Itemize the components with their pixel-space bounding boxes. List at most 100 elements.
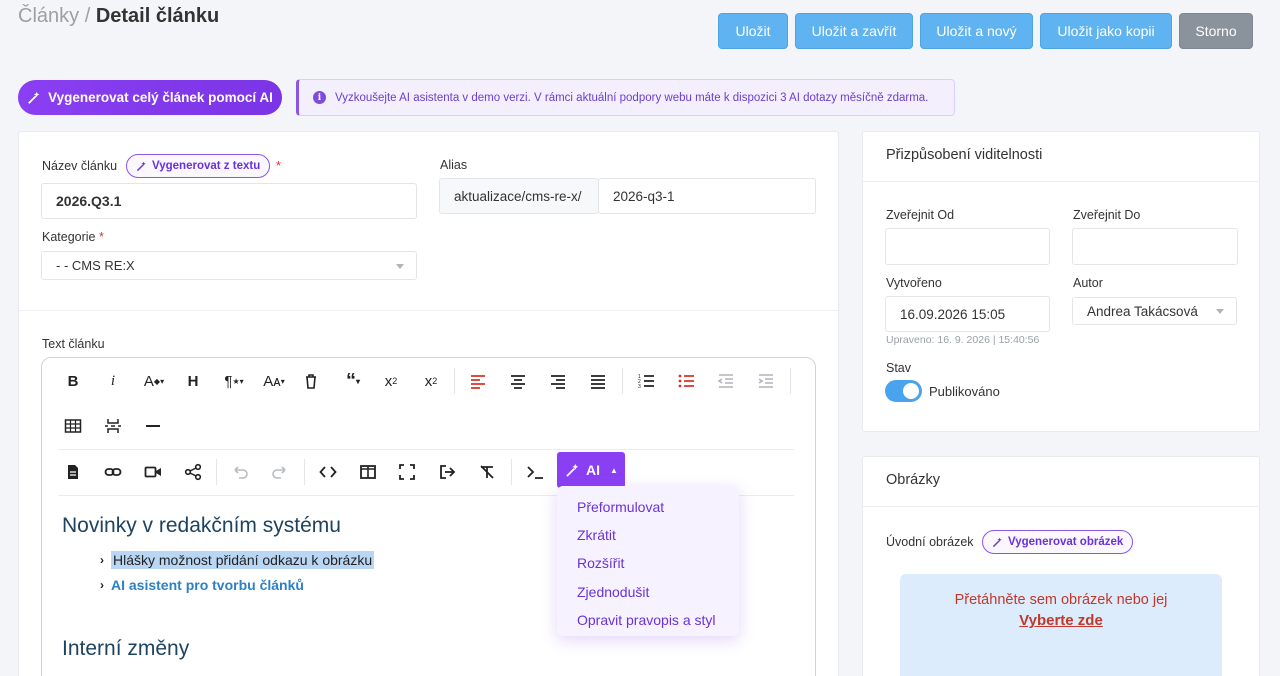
horizontal-line-icon[interactable] — [138, 411, 168, 441]
align-left-icon[interactable] — [463, 366, 493, 396]
content-heading-2[interactable]: Interní změny — [62, 637, 189, 661]
fullscreen-icon[interactable] — [392, 457, 422, 487]
save-close-button[interactable]: Uložit a zavřít — [795, 13, 913, 49]
category-value: - - CMS RE:X — [56, 258, 135, 273]
terminal-icon[interactable] — [520, 457, 550, 487]
status-toggle[interactable] — [885, 380, 922, 402]
clear-format-icon[interactable] — [472, 457, 502, 487]
italic-icon[interactable]: i — [98, 366, 128, 396]
created-label: Vytvořeno — [886, 276, 942, 290]
page-title: Detail článku — [95, 5, 220, 27]
heading-icon[interactable]: H — [178, 366, 208, 396]
card-divider — [863, 506, 1259, 507]
export-icon[interactable] — [432, 457, 462, 487]
svg-text:3: 3 — [638, 384, 641, 390]
select-file-link[interactable]: Vyberte zde — [900, 612, 1222, 629]
card-divider — [863, 181, 1259, 182]
page-break-icon[interactable] — [98, 411, 128, 441]
magic-wand-icon — [136, 161, 146, 171]
toolbar-separator — [511, 459, 512, 485]
toolbar-separator — [216, 459, 217, 485]
align-center-icon[interactable] — [503, 366, 533, 396]
save-copy-button[interactable]: Uložit jako kopii — [1040, 13, 1172, 49]
text-label: Text článku — [42, 337, 105, 351]
toggle-knob — [903, 383, 919, 399]
share-icon[interactable] — [178, 457, 208, 487]
magic-wand-icon — [28, 91, 40, 104]
created-input[interactable]: 16.09.2026 15:05 — [885, 296, 1050, 332]
generate-image-button[interactable]: Vygenerovat obrázek — [982, 530, 1134, 554]
ai-info-notice: i Vyzkoušejte AI asistenta v demo verzi.… — [296, 79, 955, 116]
content-heading-1[interactable]: Novinky v redakčním systému — [62, 514, 341, 538]
bullet-list-icon[interactable] — [671, 366, 701, 396]
generate-from-text-button[interactable]: Vygenerovat z textu — [126, 154, 271, 178]
status-label: Stav — [886, 361, 912, 375]
caret-up-icon: ▲ — [610, 465, 618, 475]
generate-article-ai-button[interactable]: Vygenerovat celý článek pomocí AI — [18, 80, 282, 115]
breadcrumb-parent[interactable]: Články — [18, 5, 79, 27]
undo-icon[interactable] — [225, 457, 255, 487]
menu-item-fix-spelling[interactable]: Opravit pravopis a styl — [577, 612, 716, 628]
chevron-right-icon: › — [100, 578, 104, 592]
category-label-text: Kategorie — [42, 230, 96, 244]
toolbar-separator — [304, 459, 305, 485]
quote-icon[interactable]: “▾ — [336, 366, 370, 396]
modified-note: Upraveno: 16. 9. 2026 | 15:40:56 — [886, 334, 1040, 346]
document-icon[interactable] — [58, 457, 88, 487]
content-bullet-1[interactable]: › Hlášky možnost přidání odkazu k obrázk… — [100, 551, 375, 569]
paragraph-format-icon[interactable]: ¶ ★▾ — [216, 366, 252, 396]
text-color-icon[interactable]: A ◆▾ — [135, 366, 173, 396]
images-title: Obrázky — [886, 472, 940, 488]
toolbar-separator — [790, 368, 791, 394]
generate-article-label: Vygenerovat celý článek pomocí AI — [48, 90, 273, 105]
align-right-icon[interactable] — [543, 366, 573, 396]
content-bullet-2[interactable]: › AI asistent pro tvorbu článků — [100, 577, 304, 593]
generate-from-text-label: Vygenerovat z textu — [152, 160, 261, 172]
publish-to-input[interactable] — [1072, 228, 1238, 265]
cancel-button[interactable]: Storno — [1179, 13, 1253, 49]
trash-icon[interactable] — [296, 366, 326, 396]
superscript-icon[interactable]: x2 — [416, 366, 446, 396]
align-justify-icon[interactable] — [583, 366, 613, 396]
ai-assistant-button[interactable]: AI ▲ — [557, 452, 625, 488]
chevron-down-icon — [396, 263, 404, 269]
ai-dropdown-menu: Přeformulovat Zkrátit Rozšířit Zjednoduš… — [557, 486, 739, 636]
video-icon[interactable] — [138, 457, 168, 487]
publish-to-label: Zveřejnit Do — [1073, 208, 1141, 222]
magic-wand-icon — [992, 537, 1002, 547]
font-size-icon[interactable]: Aᴀ ▾ — [256, 366, 292, 396]
outdent-icon[interactable] — [711, 366, 741, 396]
save-new-button[interactable]: Uložit a nový — [920, 13, 1033, 49]
author-select[interactable]: Andrea Takácsová — [1072, 297, 1237, 325]
title-input[interactable]: 2026.Q3.1 — [41, 183, 417, 219]
toolbar-separator — [454, 368, 455, 394]
redo-icon[interactable] — [265, 457, 295, 487]
table-icon[interactable] — [58, 411, 88, 441]
menu-item-simplify[interactable]: Zjednodušit — [577, 584, 649, 600]
menu-item-rephrase[interactable]: Přeformulovat — [577, 499, 664, 515]
info-icon: i — [313, 91, 326, 104]
ordered-list-icon[interactable]: 123 — [631, 366, 661, 396]
menu-item-expand[interactable]: Rozšířit — [577, 555, 624, 571]
link-icon[interactable] — [98, 457, 128, 487]
magic-wand-icon — [566, 463, 579, 477]
publish-from-input[interactable] — [885, 228, 1050, 265]
image-dropzone[interactable]: Přetáhněte sem obrázek nebo jej Vyberte … — [900, 574, 1222, 676]
generate-image-label: Vygenerovat obrázek — [1008, 536, 1124, 548]
save-button[interactable]: Uložit — [718, 13, 788, 49]
content-link-text[interactable]: AI asistent pro tvorbu článků — [111, 577, 304, 593]
dropzone-text: Přetáhněte sem obrázek nebo jej — [954, 592, 1168, 608]
info-notice-text: Vyzkoušejte AI asistenta v demo verzi. V… — [335, 91, 929, 104]
columns-icon[interactable] — [353, 457, 383, 487]
menu-item-shorten[interactable]: Zkrátit — [577, 527, 616, 543]
author-label: Autor — [1073, 276, 1103, 290]
bold-icon[interactable]: B — [58, 366, 88, 396]
indent-icon[interactable] — [751, 366, 781, 396]
selected-text[interactable]: Hlášky možnost přidání odkazu k obrázku — [111, 551, 375, 569]
code-view-icon[interactable] — [313, 457, 343, 487]
toolbar-separator — [622, 368, 623, 394]
category-select[interactable]: - - CMS RE:X — [41, 251, 417, 280]
subscript-icon[interactable]: x2 — [376, 366, 406, 396]
alias-input[interactable]: 2026-q3-1 — [598, 178, 816, 214]
alias-label: Alias — [440, 158, 468, 172]
